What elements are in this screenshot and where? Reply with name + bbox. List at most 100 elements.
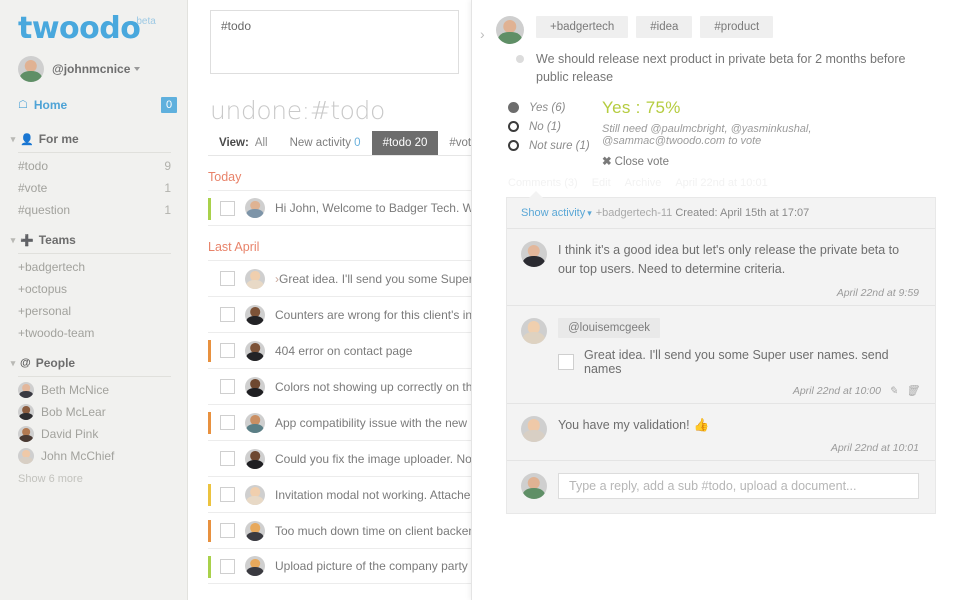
compose-input[interactable]: #todo	[210, 10, 459, 74]
page-title: undone:#todo	[210, 96, 385, 125]
tab-count: 0	[354, 137, 361, 149]
todo-checkbox[interactable]	[220, 415, 235, 430]
sidebar-item-personal[interactable]: +personal	[0, 300, 187, 322]
item-label: +personal	[18, 304, 72, 318]
sidebar-person-david[interactable]: David Pink	[0, 423, 187, 445]
avatar	[245, 376, 265, 397]
section-header[interactable]: ▾ @ People	[0, 352, 187, 374]
table-row[interactable]: 404 error on contact page	[208, 332, 471, 368]
todo-checkbox[interactable]	[220, 200, 235, 216]
tab-all[interactable]: All	[253, 131, 279, 155]
comments-count[interactable]: Comments (3)	[508, 177, 578, 189]
section-title: For me	[38, 132, 79, 146]
todo-checkbox[interactable]	[220, 523, 235, 538]
section-header[interactable]: ▾ ➕ Teams	[0, 229, 187, 251]
avatar	[245, 340, 265, 361]
priority-bar	[208, 340, 211, 362]
avatar	[521, 241, 547, 267]
radio-icon[interactable]	[508, 121, 519, 132]
reply-input[interactable]: Type a reply, add a sub #todo, upload a …	[558, 473, 919, 500]
edit-link[interactable]: Edit	[592, 177, 611, 189]
vote-options: Yes (6) No (1) Not sure (1)	[496, 98, 602, 168]
todo-checkbox[interactable]	[220, 379, 235, 394]
vote-pending-voters: Still need @paulmcbright, @yasminkushal,…	[602, 123, 812, 147]
radio-icon[interactable]	[508, 102, 519, 113]
sidebar-item-question[interactable]: #question 1	[0, 199, 187, 221]
sidebar-item-vote[interactable]: #vote 1	[0, 177, 187, 199]
close-vote-button[interactable]: ✖ Close vote	[602, 154, 936, 168]
item-label: +twoodo-team	[18, 326, 95, 340]
vote-option-yes[interactable]: Yes (6)	[508, 98, 602, 117]
table-row[interactable]: Upload picture of the company party	[208, 548, 471, 584]
radio-icon[interactable]	[508, 140, 519, 151]
sidebar-person-bob[interactable]: Bob McLear	[0, 401, 187, 423]
thread-reference[interactable]: +badgertech-11	[596, 207, 673, 219]
sidebar-person-john[interactable]: John McChief	[0, 445, 187, 467]
edit-icon[interactable]: ✎	[889, 385, 898, 397]
avatar	[18, 448, 34, 464]
todo-checkbox[interactable]	[220, 307, 235, 322]
table-row[interactable]: App compatibility issue with the new iph…	[208, 404, 471, 440]
vote-option-no[interactable]: No (1)	[508, 117, 602, 136]
todo-checkbox[interactable]	[558, 353, 574, 370]
sidebar-item-badgertech[interactable]: +badgertech	[0, 256, 187, 278]
comment-text: You have my validation! 👍	[558, 416, 919, 435]
table-row[interactable]: Could you fix the image uploader. Not wo…	[208, 440, 471, 476]
table-row[interactable]: Counters are wrong for this client's inb…	[208, 296, 471, 332]
tab-new-activity[interactable]: New activity 0	[279, 131, 372, 155]
tag-idea[interactable]: #idea	[636, 16, 693, 38]
avatar	[18, 426, 34, 442]
tag-product[interactable]: #product	[700, 16, 774, 38]
todo-checkbox[interactable]	[220, 558, 235, 574]
comment-body: @louisemcgeek Great idea. I'll send you …	[558, 317, 919, 397]
table-row[interactable]: ›Great idea. I'll send you some Super us…	[208, 260, 471, 296]
tag-badgertech[interactable]: +badgertech	[536, 16, 629, 38]
sidebar-item-twoodo-team[interactable]: +twoodo-team	[0, 322, 187, 344]
todo-checkbox[interactable]	[220, 343, 235, 358]
sidebar-item-todo[interactable]: #todo 9	[0, 155, 187, 177]
chevron-down-icon[interactable]: ▾	[587, 208, 592, 218]
todo-text: App compatibility issue with the new iph…	[275, 415, 471, 430]
archive-link[interactable]: Archive	[625, 177, 662, 189]
show-more-people-link[interactable]: Show 6 more	[0, 467, 187, 489]
vote-option-label: Not sure (1)	[529, 139, 590, 152]
home-icon: ☖	[18, 98, 28, 111]
comment-text-body: You have my validation!	[558, 417, 690, 432]
trash-icon[interactable]: 🗑	[906, 385, 919, 397]
tab-todo[interactable]: #todo 20	[371, 131, 439, 155]
chevron-right-icon[interactable]: ›	[480, 27, 485, 41]
table-row[interactable]: Hi John, Welcome to Badger Tech. When yo…	[208, 190, 471, 226]
todo-text: Invitation modal not working. Attached i…	[275, 487, 471, 502]
section-header[interactable]: ▾ 👤 For me	[0, 128, 187, 150]
table-row[interactable]: Invitation modal not working. Attached i…	[208, 476, 471, 512]
priority-bar	[208, 198, 211, 220]
vote-option-label: No (1)	[529, 120, 561, 133]
item-label: #vote	[18, 181, 48, 195]
thread-created: Created: April 15th at 17:07	[675, 207, 810, 219]
vote-option-not-sure[interactable]: Not sure (1)	[508, 136, 602, 155]
user-menu[interactable]: @johnmcnice	[0, 46, 187, 90]
table-row[interactable]: Colors not showing up correctly on this …	[208, 368, 471, 404]
avatar	[521, 473, 547, 500]
sidebar-item-home[interactable]: ☖ Home 0	[0, 90, 187, 120]
comment-timestamp: April 22nd at 10:01	[830, 442, 919, 455]
table-row[interactable]: Too much down time on client backend	[208, 512, 471, 548]
thumbs-up-icon: 👍	[693, 417, 710, 432]
comment-item: You have my validation! 👍 April 22nd at 1…	[507, 402, 935, 461]
todo-checkbox[interactable]	[220, 451, 235, 466]
item-label: #question	[18, 203, 71, 217]
sidebar-item-octopus[interactable]: +octopus	[0, 278, 187, 300]
sidebar-item-label: Home	[33, 98, 68, 112]
mention-chip[interactable]: @louisemcgeek	[558, 317, 660, 338]
sidebar-person-beth[interactable]: Beth McNice	[0, 379, 187, 401]
show-activity-link[interactable]: Show activity	[521, 207, 585, 219]
todo-checkbox[interactable]	[220, 271, 235, 286]
sub-todo-row[interactable]: Great idea. I'll send you some Super use…	[558, 348, 919, 376]
app-logo[interactable]: twoodobeta	[0, 0, 187, 46]
todo-checkbox[interactable]	[220, 487, 235, 502]
headline-row: We should release next product in privat…	[516, 51, 938, 86]
avatar	[496, 16, 524, 44]
tab-vote[interactable]: #vote 2	[438, 131, 471, 155]
avatar	[245, 268, 265, 289]
person-name: John McChief	[41, 449, 115, 463]
